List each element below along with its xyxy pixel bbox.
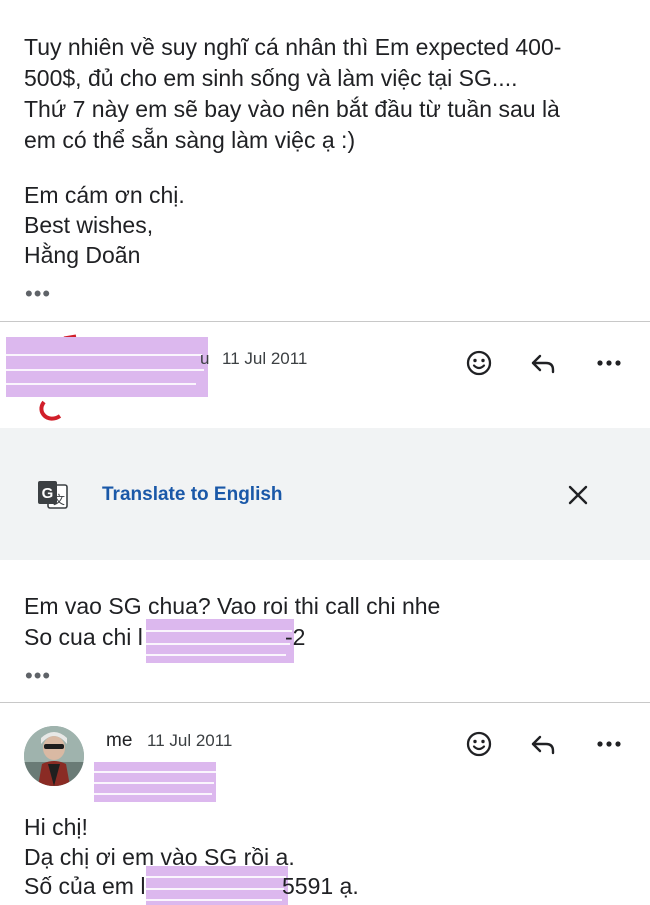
smiley-icon[interactable] [464,729,494,759]
body-line: 5591 ạ. [282,873,359,899]
body-line: -2 [285,624,306,650]
message-date: 11 Jul 2011 [147,731,233,750]
smiley-icon[interactable] [464,348,494,378]
body-line: em có thể sẵn sàng làm việc ạ :) [24,127,356,153]
redacted-sender [6,337,208,397]
redacted-phone [146,866,288,905]
body-line: So cua chi l [24,624,143,650]
more-horizontal-icon[interactable] [594,348,624,378]
signature: Hằng Doãn [24,242,141,268]
translate-to-english-link[interactable]: Translate to English [102,484,283,506]
body-line: Em cám ơn chị. [24,182,185,208]
redacted-phone [146,619,294,663]
close-icon[interactable] [565,482,591,508]
sender-fragment: u [200,349,210,368]
body-line: Số của em l [24,873,146,899]
body-line: Hi chị! [24,814,88,840]
svg-text:文: 文 [53,492,65,507]
body-line: Em vao SG chua? Vao roi thi call chi nhe [24,593,441,619]
more-horizontal-icon[interactable] [594,729,624,759]
body-line: Best wishes, [24,212,154,238]
body-line: 500$, đủ cho em sinh sống và làm việc tạ… [24,65,518,91]
redacted-recipient [94,762,216,802]
body-line: Thứ 7 này em sẽ bay vào nên bắt đầu từ t… [24,96,560,122]
reply-icon[interactable] [528,729,558,759]
avatar [24,726,84,786]
sender-name: me [106,730,133,751]
reply-icon[interactable] [528,348,558,378]
divider [0,702,650,703]
body-line: Tuy nhiên về suy nghĩ cá nhân thì Em exp… [24,34,562,60]
google-translate-icon: G 文 [37,480,69,510]
show-trimmed-content-button[interactable]: ••• [25,283,51,305]
divider [0,321,650,322]
translate-bar [0,428,650,560]
show-trimmed-content-button[interactable]: ••• [25,665,51,687]
svg-text:G: G [42,485,54,502]
message-date: 11 Jul 2011 [222,349,308,368]
